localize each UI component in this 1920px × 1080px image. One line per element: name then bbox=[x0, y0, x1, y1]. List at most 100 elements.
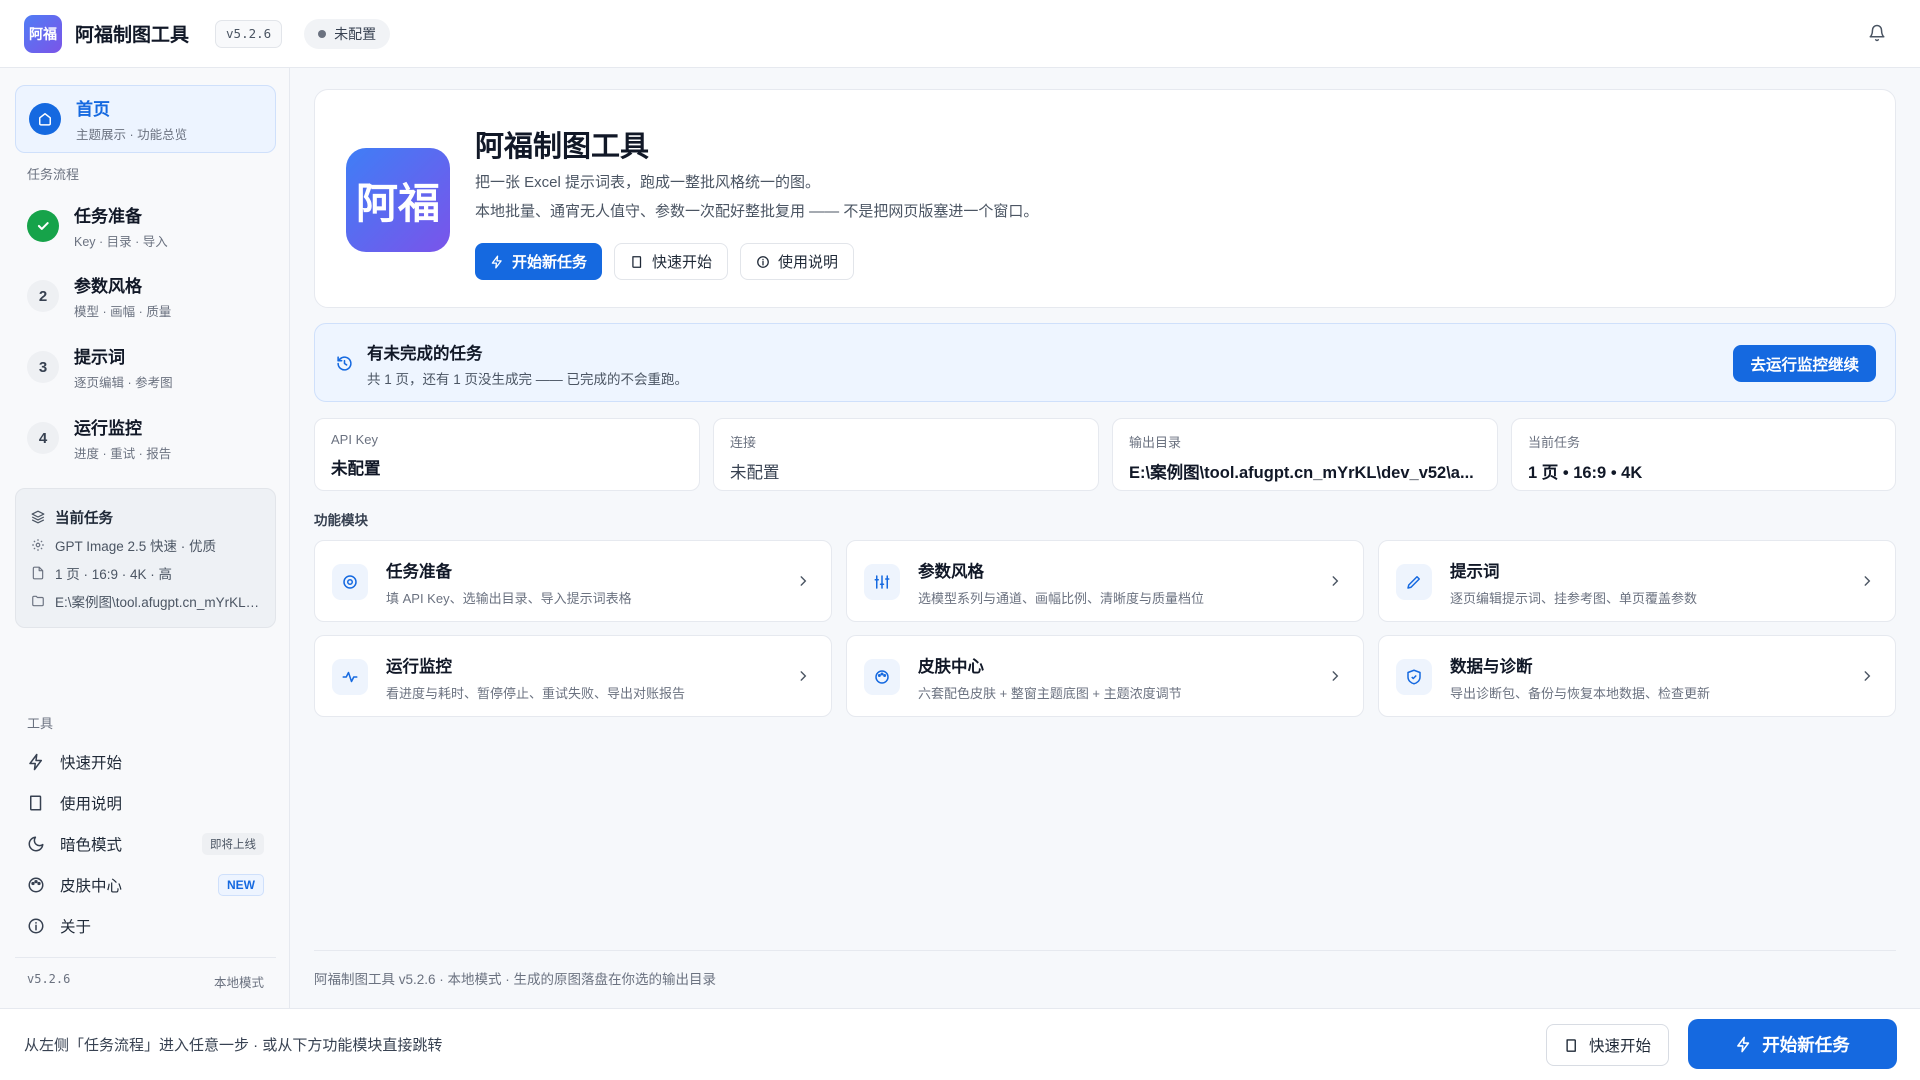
config-status-badge: 未配置 bbox=[304, 18, 391, 49]
bell-icon[interactable] bbox=[1868, 24, 1886, 42]
button-label: 快速开始 bbox=[1589, 1038, 1652, 1055]
step-title: 任务准备 bbox=[74, 207, 142, 226]
sidebar-item-help[interactable]: 使用说明 bbox=[27, 783, 264, 823]
home-icon bbox=[29, 103, 61, 135]
module-subtitle: 导出诊断包、备份与恢复本地数据、检查更新 bbox=[1450, 686, 1711, 701]
module-title: 参数风格 bbox=[918, 563, 984, 581]
sidebar-item-quick-start[interactable]: 快速开始 bbox=[27, 742, 264, 782]
book-icon bbox=[630, 255, 644, 269]
chevron-right-icon bbox=[800, 576, 807, 586]
moon-icon bbox=[27, 835, 45, 853]
step-title: 参数风格 bbox=[74, 277, 142, 296]
coming-soon-badge: 即将上线 bbox=[202, 833, 264, 855]
main-footer: 阿福制图工具 v5.2.6 · 本地模式 · 生成的原图落盘在你选的输出目录 bbox=[314, 950, 1896, 988]
palette-icon bbox=[27, 876, 45, 894]
lightning-icon bbox=[1737, 1036, 1750, 1052]
lightning-icon bbox=[27, 753, 45, 771]
history-icon bbox=[337, 356, 352, 371]
tool-label: 皮肤中心 bbox=[60, 878, 123, 895]
current-task-model: GPT Image 2.5 快速 · 优质 bbox=[55, 539, 217, 554]
status-dot-icon bbox=[318, 29, 327, 38]
step-subtitle: 模型 · 画幅 · 质量 bbox=[74, 305, 172, 319]
button-label: 快速开始 bbox=[652, 254, 713, 271]
module-title: 皮肤中心 bbox=[918, 658, 984, 676]
tool-label: 暗色模式 bbox=[60, 837, 123, 854]
help-button[interactable]: 使用说明 bbox=[740, 243, 855, 280]
stat-label: 输出目录 bbox=[1129, 435, 1182, 450]
home-subtitle: 主题展示 · 功能总览 bbox=[76, 128, 188, 142]
tool-label: 快速开始 bbox=[60, 755, 123, 772]
folder-icon bbox=[31, 594, 45, 608]
stat-value: 未配置 bbox=[331, 460, 381, 478]
top-bar: 阿福 阿福制图工具 v5.2.6 未配置 bbox=[0, 0, 1920, 68]
lightning-icon bbox=[490, 255, 504, 269]
config-status-text: 未配置 bbox=[334, 25, 377, 42]
banner-title: 有未完成的任务 bbox=[367, 345, 483, 363]
start-new-task-button[interactable]: 开始新任务 bbox=[475, 243, 603, 280]
book-icon bbox=[1566, 1038, 1576, 1052]
button-label: 开始新任务 bbox=[512, 254, 588, 271]
sliders-icon bbox=[864, 564, 900, 600]
module-card-run-monitor[interactable]: 运行监控 看进度与耗时、暂停停止、重试失败、导出对账报告 bbox=[314, 635, 832, 717]
sidebar-item-home[interactable]: 首页 主题展示 · 功能总览 bbox=[15, 85, 276, 153]
info-icon bbox=[27, 917, 45, 935]
chevron-right-icon bbox=[1864, 671, 1871, 681]
module-card-task-prep[interactable]: 任务准备 填 API Key、选输出目录、导入提示词表格 bbox=[314, 540, 832, 622]
sidebar-item-dark-mode[interactable]: 暗色模式 即将上线 bbox=[27, 824, 264, 864]
gear-icon bbox=[31, 538, 45, 552]
stat-connection: 连接 未配置 bbox=[713, 418, 1099, 491]
module-title: 数据与诊断 bbox=[1450, 658, 1533, 676]
palette-icon bbox=[864, 659, 900, 695]
stat-label: API Key bbox=[331, 432, 378, 447]
stat-output-dir: 输出目录 E:\案例图\tool.afugpt.cn_mYrKL\dev_v52… bbox=[1112, 418, 1498, 491]
home-title: 首页 bbox=[76, 100, 110, 119]
sidebar-item-task-prep[interactable]: 任务准备 Key · 目录 · 导入 bbox=[27, 198, 277, 254]
module-card-data-diagnostics[interactable]: 数据与诊断 导出诊断包、备份与恢复本地数据、检查更新 bbox=[1378, 635, 1896, 717]
hero-description-2: 本地批量、通宵无人值守、参数一次配好整批复用 —— 不是把网页版塞进一个窗口。 bbox=[475, 203, 1039, 220]
step-title: 提示词 bbox=[74, 348, 125, 367]
new-badge: NEW bbox=[218, 874, 264, 896]
current-task-title: 当前任务 bbox=[55, 510, 113, 527]
banner-subtitle: 共 1 页，还有 1 页没生成完 —— 已完成的不会重跑。 bbox=[367, 372, 689, 387]
module-subtitle: 六套配色皮肤 + 整窗主题底图 + 主题浓度调节 bbox=[918, 686, 1182, 701]
sidebar-item-skin-center[interactable]: 皮肤中心 NEW bbox=[27, 865, 264, 905]
step-subtitle: 逐页编辑 · 参考图 bbox=[74, 376, 173, 390]
file-icon bbox=[31, 566, 45, 580]
chevron-right-icon bbox=[1864, 576, 1871, 586]
workflow-section-label: 任务流程 bbox=[27, 167, 80, 182]
target-icon bbox=[332, 564, 368, 600]
step-title: 运行监控 bbox=[74, 419, 142, 438]
stat-value: E:\案例图\tool.afugpt.cn_mYrKL\dev_v52\a... bbox=[1129, 464, 1474, 482]
unfinished-task-banner: 有未完成的任务 共 1 页，还有 1 页没生成完 —— 已完成的不会重跑。 去运… bbox=[314, 323, 1896, 402]
module-subtitle: 选模型系列与通道、画幅比例、清晰度与质量档位 bbox=[918, 591, 1205, 606]
module-card-prompts[interactable]: 提示词 逐页编辑提示词、挂参考图、单页覆盖参数 bbox=[1378, 540, 1896, 622]
hero-card: 阿福 阿福制图工具 把一张 Excel 提示词表，跑成一整批风格统一的图。 本地… bbox=[314, 89, 1896, 308]
check-icon bbox=[27, 210, 59, 242]
hero-title: 阿福制图工具 bbox=[475, 131, 650, 163]
module-title: 任务准备 bbox=[386, 563, 452, 581]
current-task-spec: 1 页 · 16:9 · 4K · 高 bbox=[55, 567, 173, 582]
continue-monitor-button[interactable]: 去运行监控继续 bbox=[1733, 345, 1876, 382]
app-logo: 阿福 bbox=[24, 14, 62, 53]
module-title: 运行监控 bbox=[386, 658, 452, 676]
module-subtitle: 逐页编辑提示词、挂参考图、单页覆盖参数 bbox=[1450, 591, 1698, 606]
version-badge: v5.2.6 bbox=[215, 19, 283, 48]
sidebar-item-params-style[interactable]: 2 参数风格 模型 · 画幅 · 质量 bbox=[27, 268, 277, 324]
bottom-quick-start-button[interactable]: 快速开始 bbox=[1546, 1024, 1670, 1066]
chevron-right-icon bbox=[1332, 576, 1339, 586]
module-card-params-style[interactable]: 参数风格 选模型系列与通道、画幅比例、清晰度与质量档位 bbox=[846, 540, 1364, 622]
module-card-skin-center[interactable]: 皮肤中心 六套配色皮肤 + 整窗主题底图 + 主题浓度调节 bbox=[846, 635, 1364, 717]
stat-current-task: 当前任务 1 页 • 16:9 • 4K bbox=[1511, 418, 1896, 491]
sidebar-item-prompts[interactable]: 3 提示词 逐页编辑 · 参考图 bbox=[27, 339, 277, 395]
button-label: 开始新任务 bbox=[1762, 1034, 1850, 1055]
pencil-icon bbox=[1396, 564, 1432, 600]
step-number: 2 bbox=[27, 280, 59, 312]
hero-description: 把一张 Excel 提示词表，跑成一整批风格统一的图。 bbox=[475, 174, 821, 191]
info-icon bbox=[756, 255, 770, 269]
tool-label: 使用说明 bbox=[60, 796, 123, 813]
tools-section-label: 工具 bbox=[27, 716, 54, 731]
sidebar-item-about[interactable]: 关于 bbox=[27, 906, 264, 946]
bottom-start-new-task-button[interactable]: 开始新任务 bbox=[1688, 1019, 1897, 1069]
sidebar-item-run-monitor[interactable]: 4 运行监控 进度 · 重试 · 报告 bbox=[27, 410, 277, 466]
quick-start-button[interactable]: 快速开始 bbox=[614, 243, 729, 280]
